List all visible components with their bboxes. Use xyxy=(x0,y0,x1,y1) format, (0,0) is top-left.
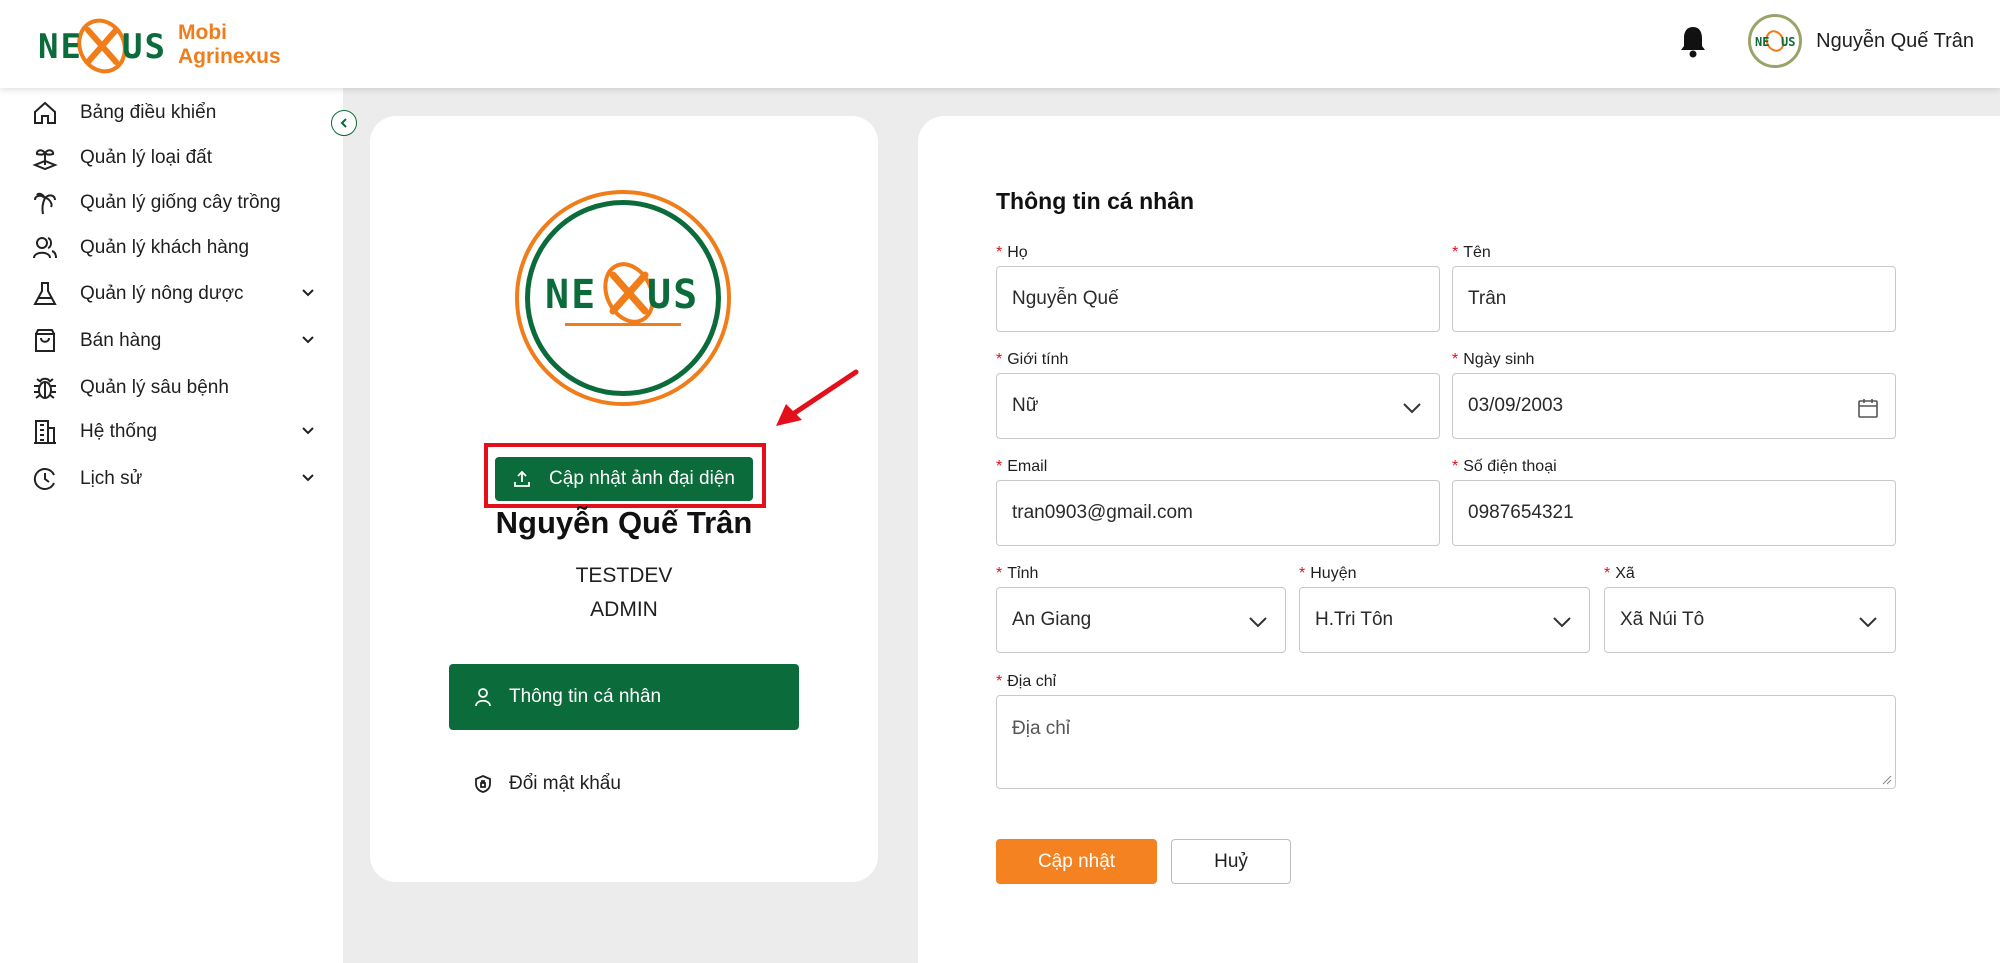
user-avatar[interactable]: NE US xyxy=(1748,14,1803,68)
sidebar-item-history[interactable]: Lịch sử xyxy=(30,459,325,499)
menu-change-password[interactable]: Đổi mật khẩu xyxy=(449,764,799,804)
email-label: * Email xyxy=(996,458,1048,475)
sidebar-item-label: Hệ thống xyxy=(80,421,158,442)
svg-text:US: US xyxy=(122,27,166,67)
sidebar-item-label: Quản lý giống cây trồng xyxy=(80,192,281,213)
section-title: Thông tin cá nhân xyxy=(996,188,1195,214)
cancel-button[interactable]: Huỷ xyxy=(1171,839,1291,884)
ward-select[interactable]: Xã Núi Tô xyxy=(1604,587,1896,653)
profile-avatar: NE US xyxy=(515,190,731,406)
flask-icon xyxy=(30,279,60,309)
chevron-down-icon xyxy=(1553,617,1571,628)
sidebar-item-soil[interactable]: Quản lý loại đất xyxy=(30,138,325,178)
sidebar-item-label: Bảng điều khiển xyxy=(80,102,217,123)
nexus-logo-icon: NE US xyxy=(545,262,699,326)
district-select[interactable]: H.Tri Tôn xyxy=(1299,587,1590,653)
red-arrow-annotation-icon xyxy=(776,369,859,426)
clock-icon xyxy=(30,464,60,494)
address-placeholder: Địa chỉ xyxy=(1012,718,1071,739)
phone-field[interactable]: 0987654321 xyxy=(1452,480,1896,546)
upload-icon xyxy=(514,470,530,487)
brand-logo[interactable]: NE US Mobi Agrinexus xyxy=(36,16,281,74)
brand-line1: Mobi xyxy=(178,21,227,44)
svg-text:NE: NE xyxy=(38,27,83,67)
province-label: * Tỉnh xyxy=(996,565,1039,582)
home-icon xyxy=(30,98,60,128)
gender-label: * Giới tính xyxy=(996,351,1069,368)
user-area: NE US Nguyễn Quế Trân xyxy=(1678,14,1974,68)
shield-lock-icon xyxy=(475,775,491,793)
sidebar-item-label: Quản lý nông dược xyxy=(80,283,244,304)
brand-name: Mobi Agrinexus xyxy=(178,21,281,69)
nexus-logo-icon: NE US xyxy=(36,16,166,74)
sidebar-item-label: Quản lý sâu bệnh xyxy=(80,377,229,398)
svg-text:US: US xyxy=(1781,35,1795,49)
brand-line2: Agrinexus xyxy=(178,45,281,68)
upload-avatar-label: Cập nhật ảnh đại diện xyxy=(549,468,735,489)
upload-avatar-button[interactable]: Cập nhật ảnh đại diện xyxy=(495,457,753,501)
sidebar-item-dashboard[interactable]: Bảng điều khiển xyxy=(30,93,325,133)
district-label: * Huyện xyxy=(1299,565,1357,582)
top-header: NE US Mobi Agrinexus NE US Nguyễn Quế Tr… xyxy=(0,0,2000,88)
nexus-avatar-icon: NE US xyxy=(1755,30,1795,52)
soil-sprout-icon xyxy=(30,143,60,173)
resize-handle-icon[interactable] xyxy=(1882,775,1892,785)
chevron-down-icon[interactable] xyxy=(299,331,317,349)
users-icon xyxy=(30,233,60,263)
sidebar-item-label: Quản lý khách hàng xyxy=(80,237,250,258)
sidebar-collapse-button[interactable] xyxy=(331,110,357,136)
sidebar-item-label: Bán hàng xyxy=(80,330,162,351)
menu-personal-info-label: Thông tin cá nhân xyxy=(509,686,662,707)
chevron-down-icon xyxy=(1859,617,1877,628)
first-name-field[interactable]: Trân xyxy=(1452,266,1896,332)
bell-icon[interactable] xyxy=(1678,24,1708,58)
last-name-field[interactable]: Nguyễn Quế xyxy=(996,266,1440,332)
sidebar: Bảng điều khiển Quản lý loại đất Quản lý… xyxy=(0,88,343,963)
sidebar-item-sales[interactable]: Bán hàng xyxy=(30,321,325,361)
calendar-icon[interactable] xyxy=(1857,397,1879,419)
profile-name: Nguyễn Quế Trân xyxy=(495,505,753,540)
svg-text:US: US xyxy=(647,272,699,318)
svg-text:NE: NE xyxy=(545,272,597,318)
birthday-label: * Ngày sinh xyxy=(1452,351,1535,368)
svg-text:NE: NE xyxy=(1755,35,1769,49)
sidebar-item-system[interactable]: Hệ thống xyxy=(30,412,325,452)
sidebar-item-label: Lịch sử xyxy=(80,468,143,489)
header-user-name[interactable]: Nguyễn Quế Trân xyxy=(1816,30,1974,53)
sidebar-item-crops[interactable]: Quản lý giống cây trồng xyxy=(30,183,325,223)
chevron-down-icon xyxy=(1403,403,1421,414)
province-select[interactable]: An Giang xyxy=(996,587,1286,653)
sidebar-item-customers[interactable]: Quản lý khách hàng xyxy=(30,228,325,268)
address-label: * Địa chỉ xyxy=(996,673,1057,690)
sidebar-item-label: Quản lý loại đất xyxy=(80,147,213,168)
palm-tree-icon xyxy=(30,188,60,218)
user-icon xyxy=(475,688,491,707)
chevron-down-icon xyxy=(1249,617,1267,628)
address-textarea[interactable]: Địa chỉ xyxy=(996,695,1896,789)
first-name-label: * Tên xyxy=(1452,244,1491,261)
chevron-down-icon[interactable] xyxy=(299,422,317,440)
sidebar-item-pesticides[interactable]: Quản lý nông dược xyxy=(30,274,325,314)
menu-personal-info[interactable]: Thông tin cá nhân xyxy=(449,664,799,730)
gender-select[interactable]: Nữ xyxy=(996,373,1440,439)
chevron-down-icon[interactable] xyxy=(299,284,317,302)
sidebar-item-pests[interactable]: Quản lý sâu bệnh xyxy=(30,368,325,408)
chevron-down-icon[interactable] xyxy=(299,469,317,487)
email-field[interactable]: tran0903@gmail.com xyxy=(996,480,1440,546)
shopping-bag-icon xyxy=(30,326,60,356)
last-name-label: * Họ xyxy=(996,244,1028,261)
menu-change-password-label: Đổi mật khẩu xyxy=(509,773,621,794)
building-icon xyxy=(30,417,60,447)
profile-role: ADMIN xyxy=(590,598,658,621)
phone-label: * Số điện thoại xyxy=(1452,458,1557,475)
profile-organization: TESTDEV xyxy=(575,564,673,587)
bug-icon xyxy=(30,373,60,403)
birthday-picker[interactable]: 03/09/2003 xyxy=(1452,373,1896,439)
chevron-left-icon xyxy=(340,118,347,128)
ward-label: * Xã xyxy=(1604,565,1635,582)
update-button[interactable]: Cập nhật xyxy=(996,839,1157,884)
